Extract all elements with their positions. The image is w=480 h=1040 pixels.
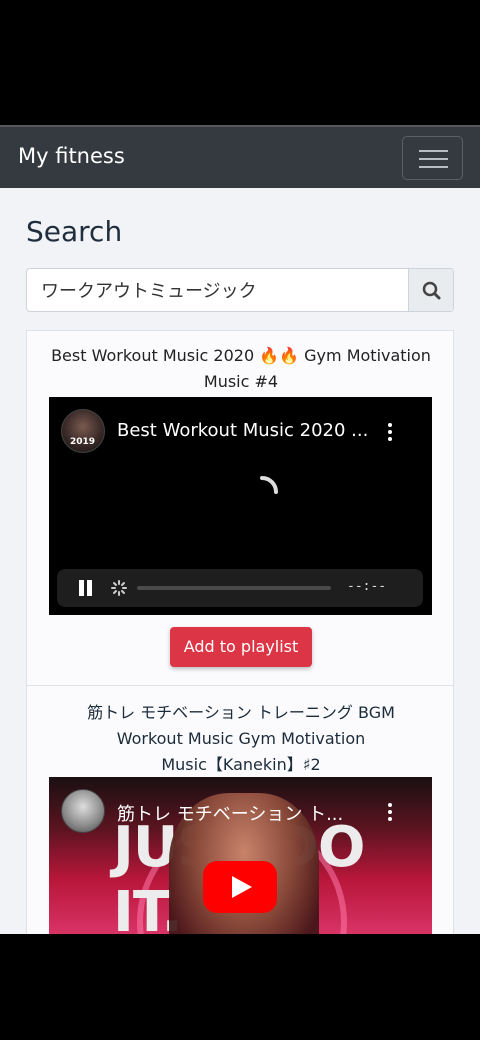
video-title: 筋トレ モチベーション トレーニング BGM Workout Music Gym… (37, 700, 445, 778)
video-heading[interactable]: 筋トレ モチベーション ト... (117, 800, 343, 826)
video-title-line: Best Workout Music 2020 🔥🔥 Gym Motivatio… (51, 346, 431, 365)
app-screen: My fitness Search Best Workout Music 202… (0, 125, 480, 934)
search-group (26, 268, 454, 312)
result-card: Best Workout Music 2020 🔥🔥 Gym Motivatio… (26, 330, 454, 686)
menu-toggle-button[interactable] (402, 136, 463, 180)
video-player[interactable]: JUST DO IT. 筋トレ モチベーション ト... (49, 777, 432, 934)
search-input[interactable] (27, 269, 409, 311)
brand[interactable]: My fitness (18, 144, 125, 168)
play-button[interactable] (203, 861, 277, 913)
player-controls: --:-- (57, 569, 423, 607)
channel-avatar[interactable]: 2019 (61, 409, 105, 453)
result-card: 筋トレ モチベーション トレーニング BGM Workout Music Gym… (26, 685, 454, 934)
more-options-icon[interactable] (388, 803, 396, 824)
video-title-line: Workout Music Gym Motivation (116, 729, 366, 748)
video-title-line: 筋トレ モチベーション トレーニング BGM (87, 703, 395, 722)
more-options-icon[interactable] (388, 423, 396, 444)
hamburger-icon-bar (419, 166, 448, 168)
video-player[interactable]: 2019 Best Workout Music 2020 ... --:-- (49, 397, 432, 615)
video-title: Best Workout Music 2020 🔥🔥 Gym Motivatio… (37, 343, 445, 395)
pause-icon[interactable] (77, 580, 93, 596)
add-to-playlist-button[interactable]: Add to playlist (170, 627, 312, 667)
search-button[interactable] (408, 269, 453, 311)
search-icon (422, 281, 441, 300)
play-icon (232, 876, 252, 898)
hamburger-icon (419, 150, 448, 152)
loading-spinner-icon (260, 476, 278, 494)
video-title-line: Music【Kanekin】♯2 (161, 755, 321, 774)
navbar: My fitness (0, 125, 480, 188)
video-heading[interactable]: Best Workout Music 2020 ... (117, 420, 368, 441)
hamburger-icon-bar (419, 158, 448, 160)
progress-bar[interactable] (137, 586, 331, 590)
time-display: --:-- (347, 579, 387, 594)
page-title: Search (26, 215, 123, 248)
channel-avatar[interactable] (61, 789, 105, 833)
avatar-badge: 2019 (70, 437, 96, 447)
video-title-line: Music #4 (203, 372, 279, 391)
buffering-icon (111, 580, 127, 596)
